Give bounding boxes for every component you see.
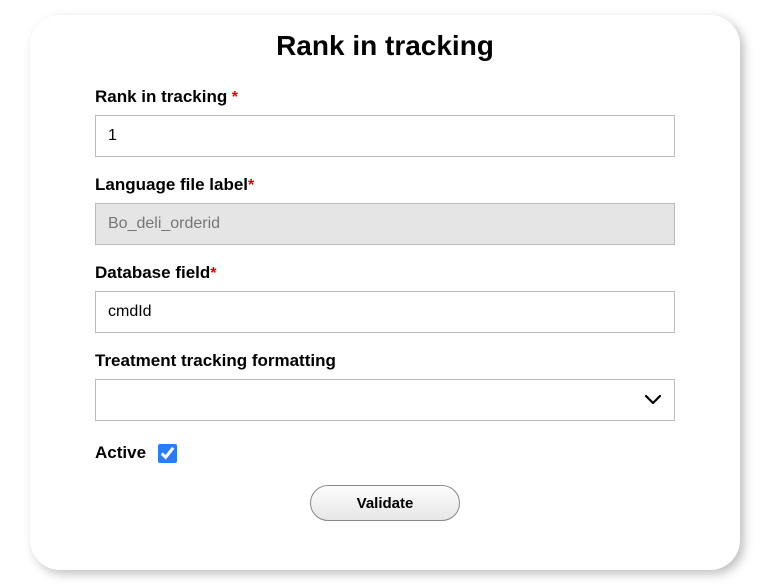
field-active: Active (95, 443, 675, 463)
active-checkbox[interactable] (158, 444, 177, 463)
formatting-label: Treatment tracking formatting (95, 351, 336, 371)
button-row: Validate (95, 485, 675, 521)
required-mark: * (210, 265, 216, 282)
validate-button[interactable]: Validate (310, 485, 460, 521)
required-mark: * (248, 177, 254, 194)
formatting-select[interactable] (95, 379, 675, 421)
field-formatting: Treatment tracking formatting (95, 351, 675, 421)
required-mark: * (227, 89, 238, 106)
active-label: Active (95, 443, 146, 463)
field-language-label: Language file label* (95, 175, 675, 245)
field-database-field: Database field* (95, 263, 675, 333)
form-card: Rank in tracking Rank in tracking * Lang… (30, 15, 740, 570)
page-title: Rank in tracking (95, 30, 675, 62)
rank-input[interactable] (95, 115, 675, 157)
rank-label: Rank in tracking (95, 87, 227, 107)
language-label-input (95, 203, 675, 245)
database-field-label: Database field (95, 263, 210, 283)
language-label-label: Language file label (95, 175, 248, 195)
field-rank: Rank in tracking * (95, 87, 675, 157)
database-field-input[interactable] (95, 291, 675, 333)
